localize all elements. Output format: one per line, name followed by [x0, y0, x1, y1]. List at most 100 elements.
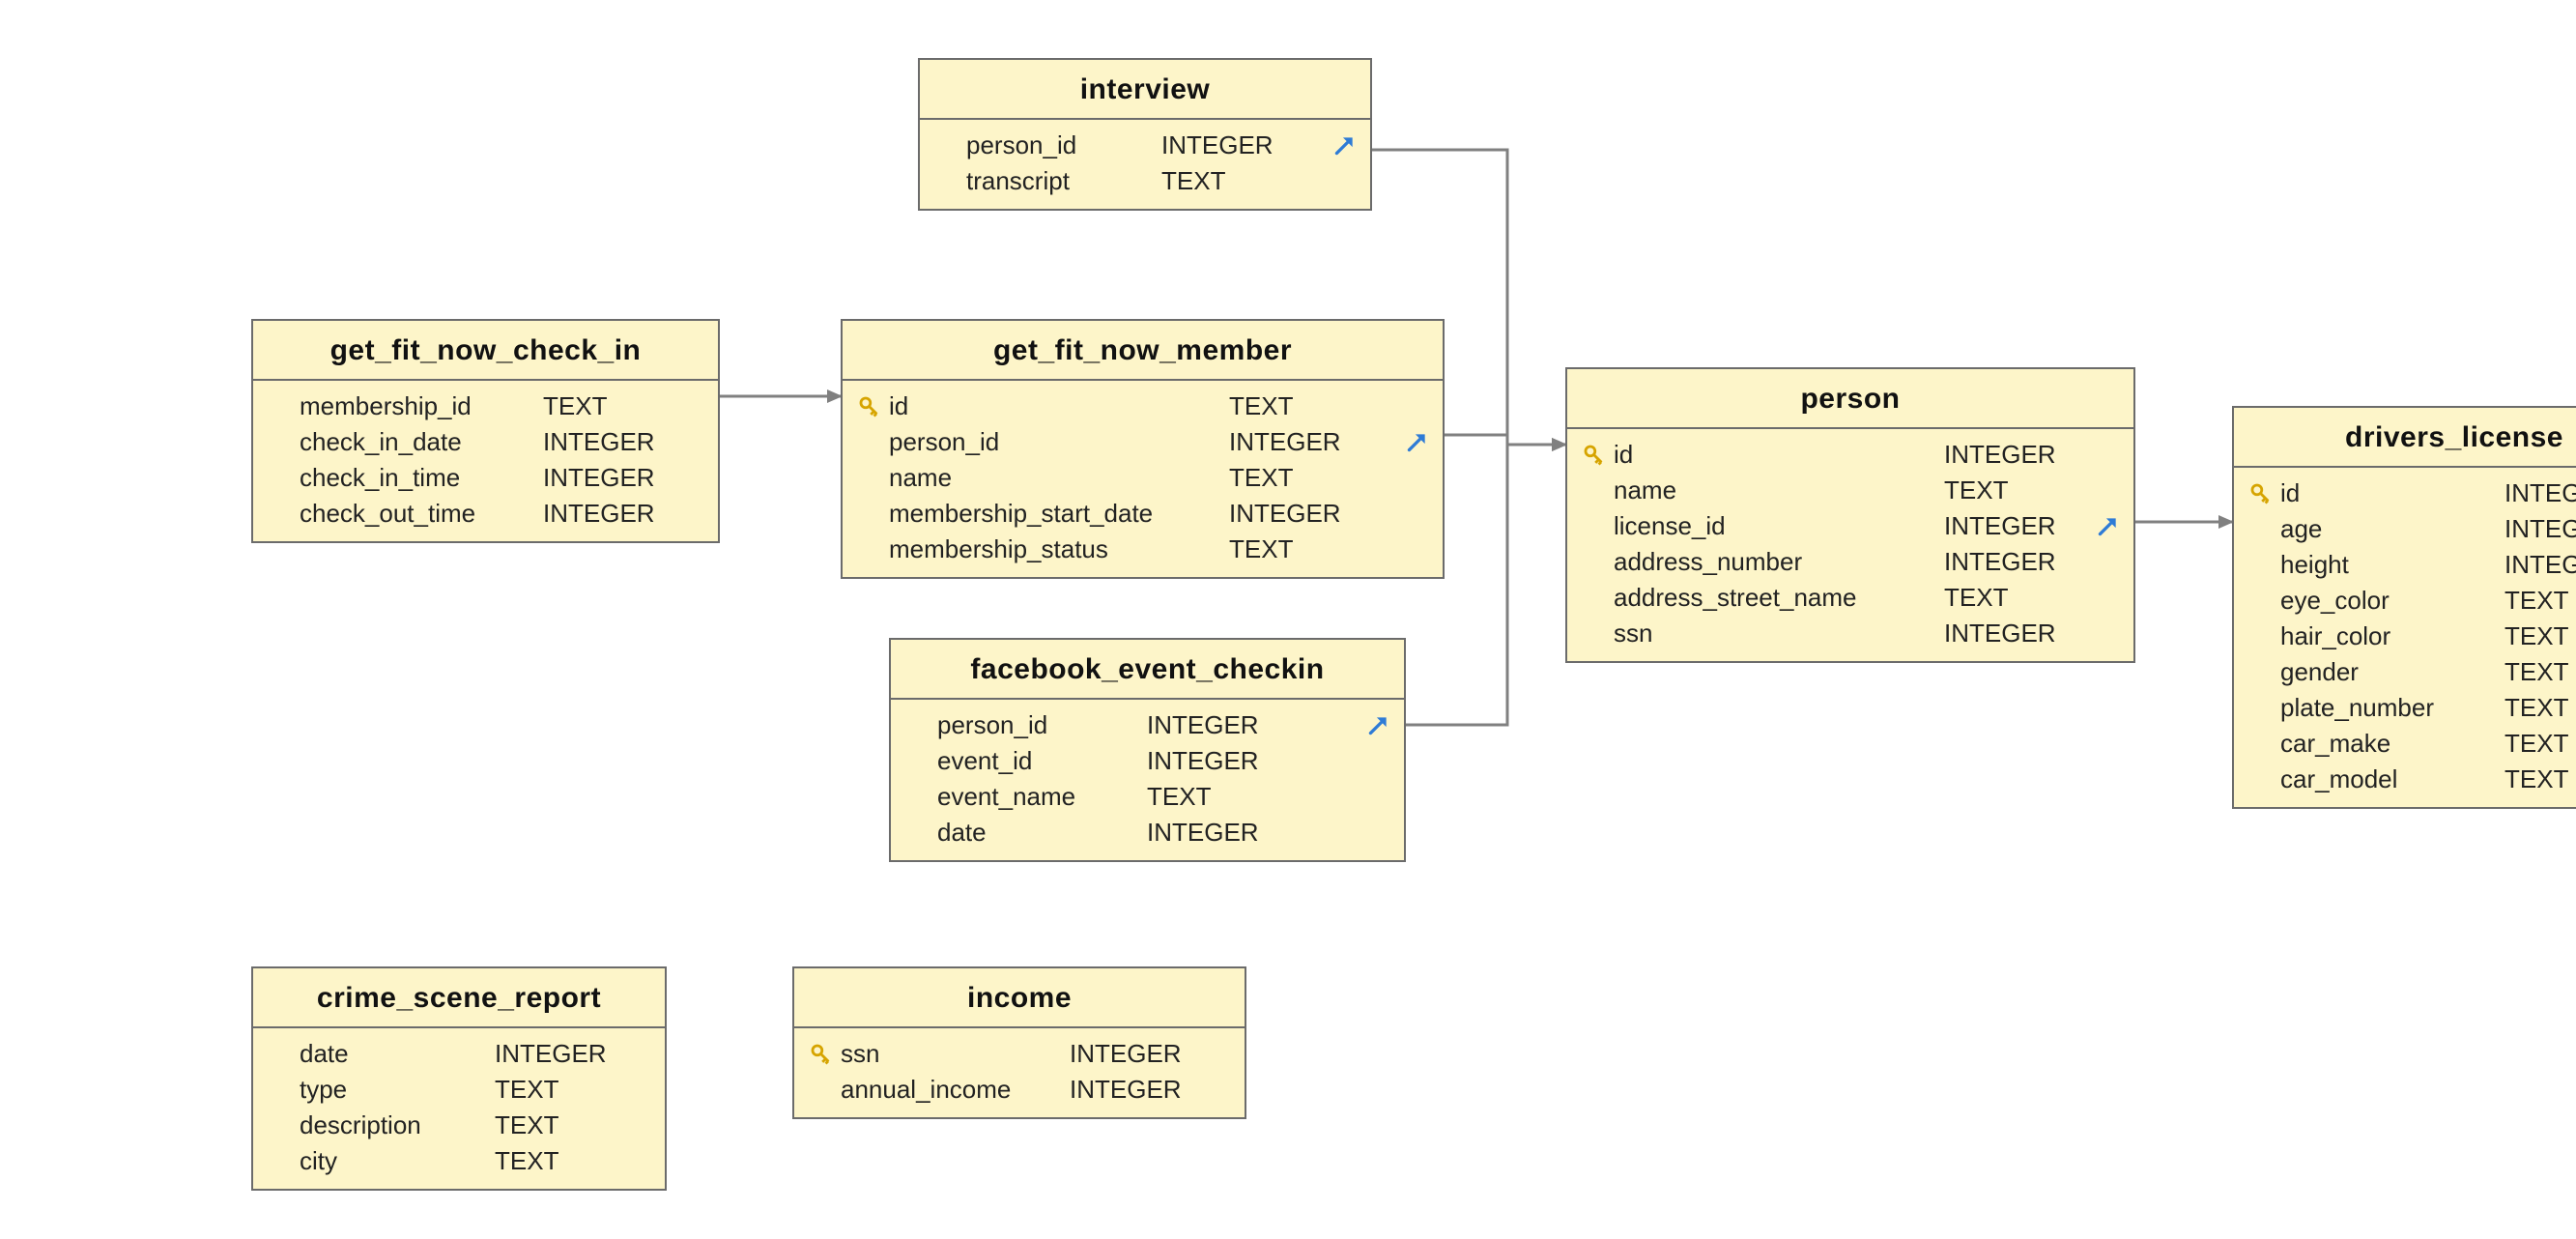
- column-row: membership_idTEXT: [267, 389, 704, 424]
- entity-crime-scene-report: crime_scene_report dateINTEGERtypeTEXTde…: [251, 966, 667, 1191]
- column-name: description: [300, 1110, 495, 1140]
- foreign-key-icon: [1396, 430, 1429, 455]
- column-type: INTEGER: [2504, 478, 2576, 508]
- column-type: TEXT: [2504, 764, 2568, 794]
- column-name: type: [300, 1075, 495, 1105]
- column-row: idINTEGER: [1581, 437, 2120, 473]
- column-row: car_modelTEXT: [2247, 762, 2576, 797]
- column-type: INTEGER: [1229, 427, 1341, 457]
- column-row: ssnINTEGER: [1581, 616, 2120, 651]
- column-name: event_id: [937, 746, 1147, 776]
- column-row: person_idINTEGER: [904, 707, 1390, 743]
- column-row: genderTEXT: [2247, 654, 2576, 690]
- column-row: idTEXT: [856, 389, 1429, 424]
- foreign-key-icon: [2087, 514, 2120, 539]
- column-name: city: [300, 1146, 495, 1176]
- column-name: car_make: [2280, 729, 2504, 759]
- column-type: TEXT: [2504, 586, 2568, 616]
- column-row: address_numberINTEGER: [1581, 544, 2120, 580]
- entity-columns: idINTEGERnameTEXTlicense_idINTEGERaddres…: [1567, 429, 2133, 661]
- primary-key-icon: [808, 1041, 841, 1068]
- column-name: eye_color: [2280, 586, 2504, 616]
- column-type: INTEGER: [1944, 511, 2056, 541]
- column-name: age: [2280, 514, 2504, 544]
- column-type: TEXT: [1229, 534, 1293, 564]
- column-row: event_idINTEGER: [904, 743, 1390, 779]
- column-type: TEXT: [1944, 475, 2008, 505]
- column-row: license_idINTEGER: [1581, 508, 2120, 544]
- column-type: INTEGER: [1147, 818, 1259, 848]
- column-type: INTEGER: [1147, 746, 1259, 776]
- column-name: annual_income: [841, 1075, 1070, 1105]
- column-row: address_street_nameTEXT: [1581, 580, 2120, 616]
- column-name: check_in_date: [300, 427, 543, 457]
- column-type: TEXT: [2504, 693, 2568, 723]
- column-name: membership_status: [889, 534, 1229, 564]
- entity-title: person: [1567, 369, 2133, 429]
- column-name: gender: [2280, 657, 2504, 687]
- column-name: person_id: [889, 427, 1229, 457]
- column-name: id: [889, 391, 1229, 421]
- column-type: TEXT: [2504, 621, 2568, 651]
- column-row: cityTEXT: [267, 1143, 651, 1179]
- entity-facebook-event-checkin: facebook_event_checkin person_idINTEGERe…: [889, 638, 1406, 862]
- column-name: car_model: [2280, 764, 2504, 794]
- column-name: date: [300, 1039, 495, 1069]
- column-type: TEXT: [495, 1110, 558, 1140]
- column-row: typeTEXT: [267, 1072, 651, 1108]
- column-type: TEXT: [1147, 782, 1211, 812]
- column-type: TEXT: [1229, 391, 1293, 421]
- entity-person: person idINTEGERnameTEXTlicense_idINTEGE…: [1565, 367, 2135, 663]
- column-type: TEXT: [495, 1146, 558, 1176]
- column-row: eye_colorTEXT: [2247, 583, 2576, 619]
- column-type: INTEGER: [1944, 547, 2056, 577]
- column-type: INTEGER: [2504, 550, 2576, 580]
- column-type: INTEGER: [543, 427, 655, 457]
- column-name: membership_id: [300, 391, 543, 421]
- column-row: membership_statusTEXT: [856, 532, 1429, 567]
- column-type: INTEGER: [1944, 619, 2056, 648]
- entity-interview: interview person_idINTEGERtranscriptTEXT: [918, 58, 1372, 211]
- column-name: name: [889, 463, 1229, 493]
- column-row: person_idINTEGER: [933, 128, 1357, 163]
- column-name: license_id: [1614, 511, 1944, 541]
- primary-key-icon: [1581, 442, 1614, 469]
- entity-title: get_fit_now_member: [843, 321, 1443, 381]
- column-row: ssnINTEGER: [808, 1036, 1231, 1072]
- column-type: INTEGER: [1147, 710, 1259, 740]
- entity-columns: ssnINTEGERannual_incomeINTEGER: [794, 1028, 1245, 1117]
- entity-title: interview: [920, 60, 1370, 120]
- column-name: address_street_name: [1614, 583, 1944, 613]
- column-type: INTEGER: [1070, 1075, 1182, 1105]
- column-row: check_in_timeINTEGER: [267, 460, 704, 496]
- column-type: INTEGER: [543, 499, 655, 529]
- column-row: membership_start_dateINTEGER: [856, 496, 1429, 532]
- column-name: hair_color: [2280, 621, 2504, 651]
- entity-columns: dateINTEGERtypeTEXTdescriptionTEXTcityTE…: [253, 1028, 665, 1189]
- column-row: check_in_dateINTEGER: [267, 424, 704, 460]
- entity-columns: person_idINTEGERevent_idINTEGERevent_nam…: [891, 700, 1404, 860]
- column-row: descriptionTEXT: [267, 1108, 651, 1143]
- column-row: person_idINTEGER: [856, 424, 1429, 460]
- primary-key-icon: [2247, 480, 2280, 507]
- column-name: event_name: [937, 782, 1147, 812]
- entity-title: facebook_event_checkin: [891, 640, 1404, 700]
- column-row: transcriptTEXT: [933, 163, 1357, 199]
- entity-columns: idINTEGERageINTEGERheightINTEGEReye_colo…: [2234, 468, 2576, 807]
- column-name: id: [2280, 478, 2504, 508]
- column-row: heightINTEGER: [2247, 547, 2576, 583]
- column-name: person_id: [966, 130, 1161, 160]
- column-type: INTEGER: [1944, 440, 2056, 470]
- column-row: annual_incomeINTEGER: [808, 1072, 1231, 1108]
- column-type: INTEGER: [1070, 1039, 1182, 1069]
- column-type: TEXT: [543, 391, 607, 421]
- entity-get-fit-now-check-in: get_fit_now_check_in membership_idTEXTch…: [251, 319, 720, 543]
- column-name: address_number: [1614, 547, 1944, 577]
- column-row: hair_colorTEXT: [2247, 619, 2576, 654]
- column-name: date: [937, 818, 1147, 848]
- column-name: id: [1614, 440, 1944, 470]
- column-row: nameTEXT: [1581, 473, 2120, 508]
- column-row: nameTEXT: [856, 460, 1429, 496]
- column-type: TEXT: [495, 1075, 558, 1105]
- column-row: idINTEGER: [2247, 475, 2576, 511]
